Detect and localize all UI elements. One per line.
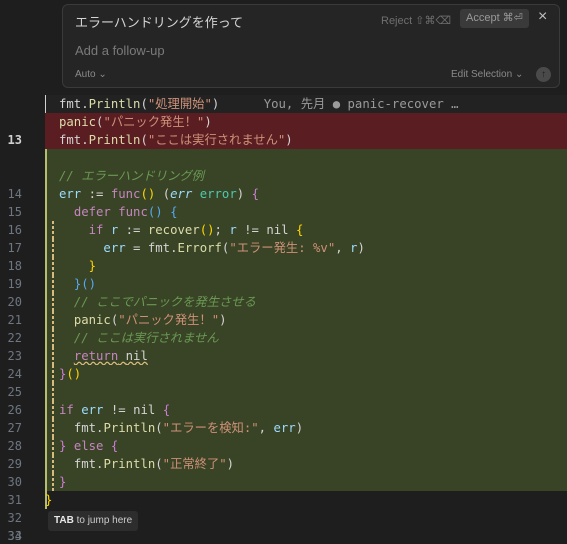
accept-button[interactable]: Accept ⌘⏎ — [460, 9, 529, 28]
added-line: 23 panic("パニック発生！") — [0, 311, 567, 363]
git-blame-annotation: You, 先月 ● panic-recover … — [263, 97, 459, 111]
edit-selection-label: Edit Selection — [451, 69, 513, 80]
code-line: 13 fmt.Println("処理開始") You, 先月 ● panic-r… — [0, 95, 567, 147]
followup-input[interactable]: Add a follow-up — [75, 43, 165, 58]
tab-jump-hint: TAB to jump here — [48, 511, 139, 531]
tab-hint-text: to jump here — [73, 515, 133, 526]
code-editor[interactable]: 13 fmt.Println("処理開始") You, 先月 ● panic-r… — [0, 95, 567, 543]
code-comment: // エラーハンドリング例 — [59, 169, 204, 183]
added-line: 26 }() — [0, 365, 567, 417]
reject-button[interactable]: Reject ⇧⌘⌫ — [381, 14, 451, 27]
edit-selection-dropdown[interactable]: Edit Selection ⌄ — [451, 69, 523, 80]
added-line: 14 — [0, 149, 567, 201]
send-icon[interactable]: ↑ — [536, 67, 551, 82]
mode-dropdown[interactable]: Auto ⌄ — [75, 69, 107, 80]
added-line: 29 fmt.Println("エラーを検知:", err) — [0, 419, 567, 471]
added-line: 17 defer func() { — [0, 203, 567, 255]
removed-line: panic("パニック発生！") — [0, 113, 567, 131]
added-line: 22 // ここでパニックを発生させる — [0, 293, 567, 345]
added-line: 30 } else { — [0, 437, 567, 489]
line-number: 34 — [7, 529, 22, 543]
added-line: 27 — [0, 383, 567, 435]
code-comment: // ここは実行されません — [73, 331, 219, 345]
close-icon[interactable]: × — [538, 8, 547, 26]
added-line: 28 if err != nil { — [0, 401, 567, 453]
chevron-down-icon: ⌄ — [514, 69, 524, 80]
added-line: 32 } — [0, 473, 567, 525]
chevron-down-icon: ⌄ — [98, 69, 107, 80]
mode-label: Auto — [75, 69, 96, 80]
added-line: 21 }() — [0, 275, 567, 327]
added-line: 15 // エラーハンドリング例 — [0, 167, 567, 219]
added-line: 18 if r := recover(); r != nil { — [0, 221, 567, 273]
chat-prompt-title: エラーハンドリングを作って — [75, 15, 244, 30]
code-line: 33 } — [0, 491, 567, 543]
added-line: 31 fmt.Println("正常終了") — [0, 455, 567, 507]
added-line: 24 // ここは実行されません — [0, 329, 567, 381]
added-line: 16 err := func() (err error) { — [0, 185, 567, 237]
inline-chat-panel: エラーハンドリングを作って Reject ⇧⌘⌫ Accept ⌘⏎ × Add… — [62, 4, 560, 88]
added-line: 25 return nil — [0, 347, 567, 399]
tab-key-label: TAB — [54, 515, 74, 526]
added-line: 20 } — [0, 257, 567, 309]
added-line: 19 err = fmt.Errorf("エラー発生: %v", r) — [0, 239, 567, 291]
removed-line: fmt.Println("ここは実行されません") — [0, 131, 567, 149]
code-comment: // ここでパニックを発生させる — [73, 295, 256, 309]
